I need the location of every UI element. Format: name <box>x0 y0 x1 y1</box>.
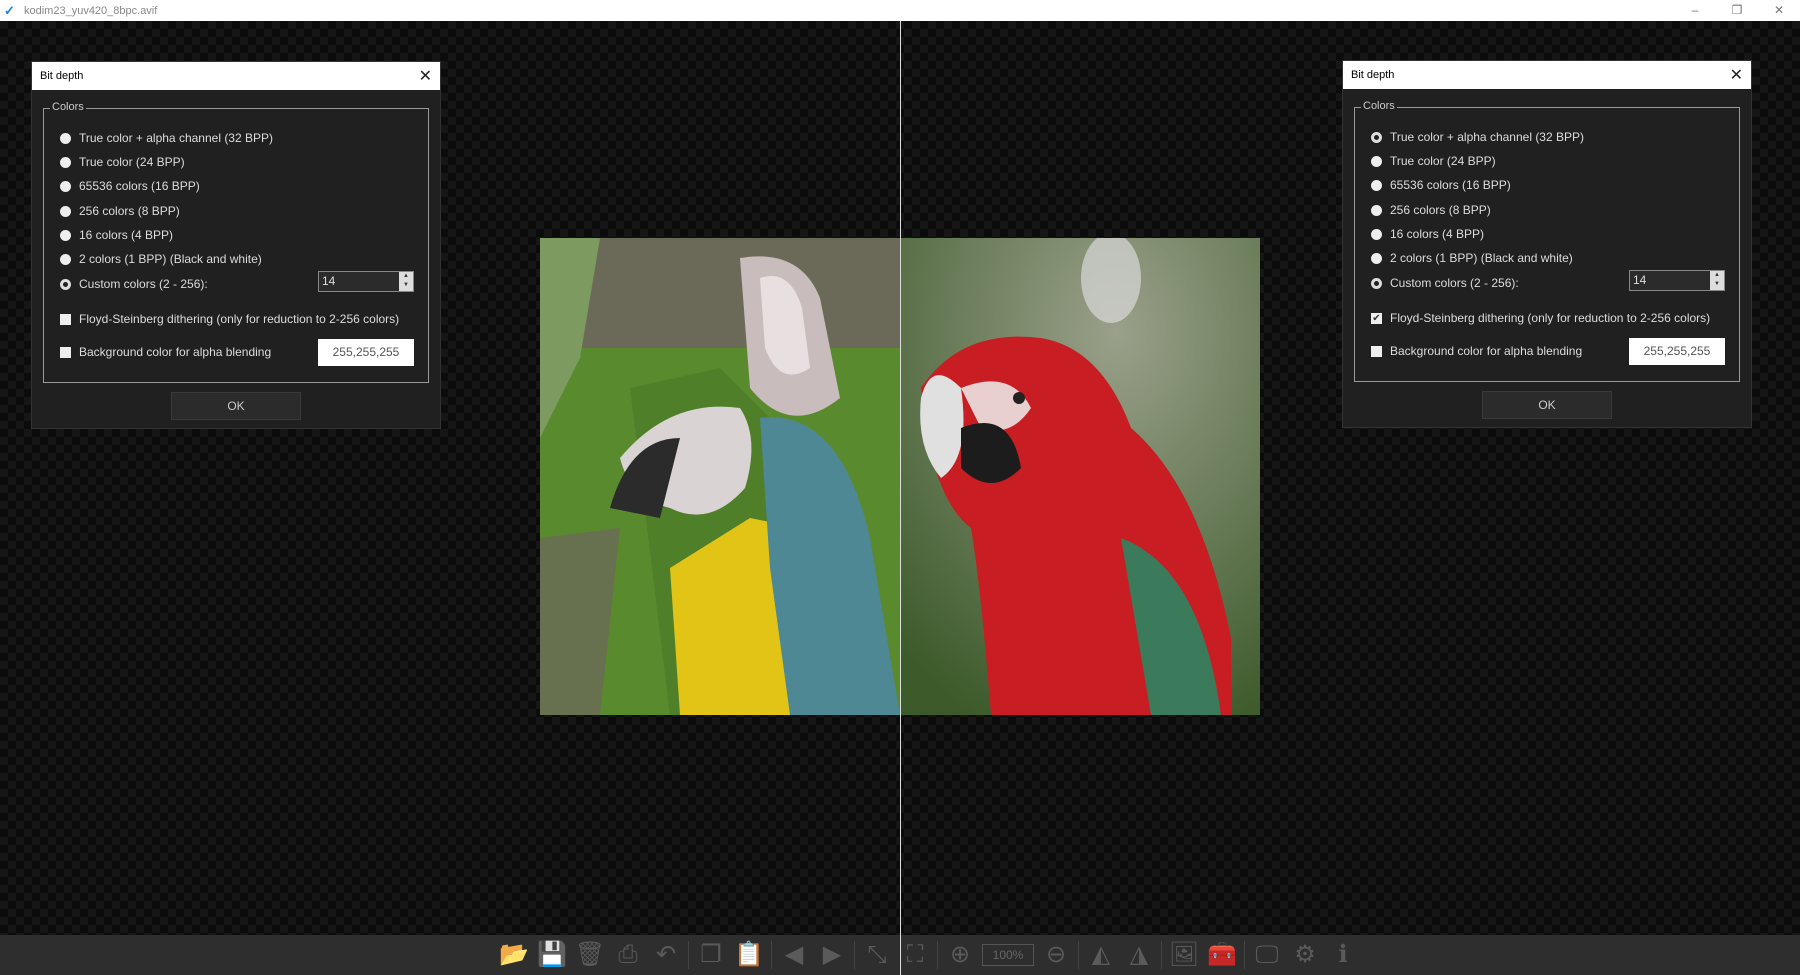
stepper-arrows-icon[interactable]: ▲ ▼ <box>1710 271 1724 290</box>
radio-32bpp[interactable]: True color + alpha channel (32 BPP) <box>1371 130 1584 144</box>
compare-divider[interactable] <box>900 21 901 975</box>
checkbox-label: Background color for alpha blending <box>79 345 272 359</box>
close-icon[interactable]: ✕ <box>1730 65 1743 85</box>
radio-32bpp[interactable]: True color + alpha channel (32 BPP) <box>60 131 273 145</box>
restore-button[interactable]: ❐ <box>1716 0 1758 21</box>
bit-depth-dialog-right: Bit depth ✕ Colors True color + alpha cha… <box>1342 60 1752 428</box>
window-title: kodim23_yuv420_8bpc.avif <box>24 4 158 17</box>
separator <box>937 941 938 969</box>
checkbox-label: Floyd-Steinberg dithering (only for redu… <box>79 312 400 326</box>
checkbox-label: Floyd-Steinberg dithering (only for redu… <box>1390 311 1711 325</box>
app-logo-icon: ✓ <box>4 2 15 18</box>
radio-4bpp[interactable]: 16 colors (4 BPP) <box>60 228 173 242</box>
fit-window-icon[interactable]: ⤡ <box>861 940 893 970</box>
radio-8bpp[interactable]: 256 colors (8 BPP) <box>1371 203 1491 217</box>
radio-24bpp[interactable]: True color (24 BPP) <box>1371 154 1496 168</box>
option-label: 16 colors (4 BPP) <box>79 228 174 242</box>
info-icon[interactable]: ℹ <box>1327 940 1359 970</box>
undo-icon[interactable]: ↶ <box>650 940 682 970</box>
image-preview-original <box>901 238 1260 715</box>
dialog-title: Bit depth <box>1351 69 1395 81</box>
bg-color-field[interactable]: 255,255,255 <box>318 339 414 366</box>
image-icon[interactable]: 🖼 <box>1168 940 1200 970</box>
checkbox-label: Background color for alpha blending <box>1390 344 1583 358</box>
stepper-value[interactable]: 14 <box>322 274 335 288</box>
custom-colors-stepper[interactable]: 14 ▲ ▼ <box>318 271 414 292</box>
radio-custom[interactable]: Custom colors (2 - 256): <box>60 277 208 291</box>
image-preview-reduced <box>540 238 900 715</box>
bit-depth-dialog-left: Bit depth ✕ Colors True color + alpha cha… <box>31 61 441 429</box>
stepper-value[interactable]: 14 <box>1633 273 1646 287</box>
option-label: True color + alpha channel (32 BPP) <box>79 131 273 145</box>
stepper-arrows-icon[interactable]: ▲ ▼ <box>399 272 413 291</box>
option-label: 16 colors (4 BPP) <box>1390 227 1485 241</box>
option-label: 256 colors (8 BPP) <box>79 204 180 218</box>
custom-colors-stepper[interactable]: 14 ▲ ▼ <box>1629 270 1725 291</box>
radio-8bpp[interactable]: 256 colors (8 BPP) <box>60 204 180 218</box>
group-label: Colors <box>1361 100 1397 112</box>
save-icon[interactable]: 💾 <box>536 940 568 970</box>
full-screen-icon[interactable]: ⛶ <box>899 940 931 970</box>
copy-icon[interactable]: ❐ <box>695 940 727 970</box>
option-label: 256 colors (8 BPP) <box>1390 203 1491 217</box>
radio-1bpp[interactable]: 2 colors (1 BPP) (Black and white) <box>60 252 262 266</box>
minimize-button[interactable]: – <box>1674 0 1716 21</box>
separator <box>771 941 772 969</box>
option-label: True color + alpha channel (32 BPP) <box>1390 130 1584 144</box>
radio-16bpp[interactable]: 65536 colors (16 BPP) <box>60 179 200 193</box>
close-window-button[interactable]: ✕ <box>1758 0 1800 21</box>
separator <box>854 941 855 969</box>
group-label: Colors <box>50 101 86 113</box>
separator <box>1244 941 1245 969</box>
paste-icon[interactable]: 📋 <box>733 940 765 970</box>
rotate-right-icon[interactable]: ◮ <box>1123 940 1155 970</box>
separator <box>1161 941 1162 969</box>
dialog-title-bar: Bit depth ✕ <box>1343 61 1751 89</box>
option-label: 65536 colors (16 BPP) <box>79 179 200 193</box>
radio-4bpp[interactable]: 16 colors (4 BPP) <box>1371 227 1484 241</box>
option-label: Custom colors (2 - 256): <box>79 277 208 291</box>
title-bar: ✓ kodim23_yuv420_8bpc.avif – ❐ ✕ <box>0 0 1800 21</box>
ok-button[interactable]: OK <box>1482 391 1612 419</box>
bg-color-field[interactable]: 255,255,255 <box>1629 338 1725 365</box>
option-label: True color (24 BPP) <box>1390 154 1496 168</box>
ok-button[interactable]: OK <box>171 392 301 420</box>
radio-24bpp[interactable]: True color (24 BPP) <box>60 155 185 169</box>
dithering-checkbox[interactable]: Floyd-Steinberg dithering (only for redu… <box>60 312 399 326</box>
radio-1bpp[interactable]: 2 colors (1 BPP) (Black and white) <box>1371 251 1573 265</box>
option-label: Custom colors (2 - 256): <box>1390 276 1519 290</box>
close-icon[interactable]: ✕ <box>419 66 432 86</box>
option-label: 65536 colors (16 BPP) <box>1390 178 1511 192</box>
radio-custom[interactable]: Custom colors (2 - 256): <box>1371 276 1519 290</box>
slideshow-icon[interactable]: 🖵 <box>1251 940 1283 970</box>
bg-color-checkbox[interactable]: Background color for alpha blending <box>1371 344 1582 358</box>
delete-icon[interactable]: 🗑 <box>574 940 606 970</box>
dithering-checkbox[interactable]: ✔ Floyd-Steinberg dithering (only for red… <box>1371 311 1710 325</box>
print-icon[interactable]: ⎙ <box>612 940 644 970</box>
checkmark-icon: ✔ <box>1371 312 1382 324</box>
separator <box>688 941 689 969</box>
settings-gear-icon[interactable]: ⚙ <box>1289 940 1321 970</box>
dialog-title-bar: Bit depth ✕ <box>32 62 440 90</box>
radio-16bpp[interactable]: 65536 colors (16 BPP) <box>1371 178 1511 192</box>
open-folder-icon[interactable]: 📂 <box>498 940 530 970</box>
colors-group: Colors True color + alpha channel (32 BP… <box>1354 100 1740 382</box>
zoom-in-icon[interactable]: ⊕ <box>944 940 976 970</box>
option-label: True color (24 BPP) <box>79 155 185 169</box>
separator <box>1078 941 1079 969</box>
previous-icon[interactable]: ◀ <box>778 940 810 970</box>
tools-icon[interactable]: 🧰 <box>1206 940 1238 970</box>
colors-group: Colors True color + alpha channel (32 BP… <box>43 101 429 383</box>
bg-color-checkbox[interactable]: Background color for alpha blending <box>60 345 271 359</box>
zoom-level[interactable]: 100% <box>982 944 1034 966</box>
next-icon[interactable]: ▶ <box>816 940 848 970</box>
rotate-left-icon[interactable]: ◭ <box>1085 940 1117 970</box>
option-label: 2 colors (1 BPP) (Black and white) <box>79 252 262 266</box>
option-label: 2 colors (1 BPP) (Black and white) <box>1390 251 1573 265</box>
zoom-out-icon[interactable]: ⊖ <box>1040 940 1072 970</box>
dialog-title: Bit depth <box>40 70 84 82</box>
